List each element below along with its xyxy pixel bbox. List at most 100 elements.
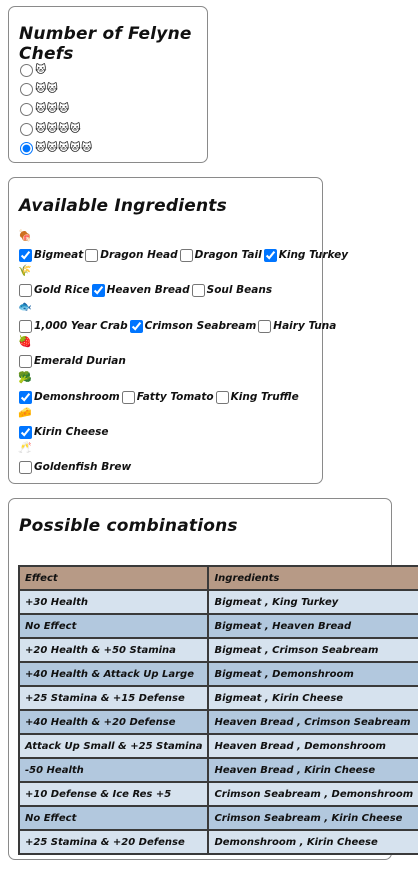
grain-icon: 🌾: [18, 264, 32, 277]
table-row: +40 Health & +20 Defense Heaven Bread , C…: [17, 709, 418, 735]
ingredient-checkbox[interactable]: [85, 248, 99, 262]
ingredient-checkbox[interactable]: [19, 319, 32, 333]
combinations-panel: Possible combinations Effect Ingredients…: [8, 498, 418, 860]
ingredient-label: Fatty Tomato: [136, 391, 214, 403]
ingredient-checkbox[interactable]: [191, 283, 205, 297]
ingredient-option[interactable]: Goldenfish Brew: [19, 460, 132, 474]
effect-cell: No Effect: [17, 805, 210, 831]
chef-count-radio[interactable]: [20, 63, 33, 77]
ingredient-label: Kirin Cheese: [34, 426, 109, 438]
ingredient-checkbox[interactable]: [19, 248, 32, 262]
ingredient-label: Hairy Tuna: [273, 320, 337, 332]
chef-count-radio[interactable]: [20, 82, 33, 96]
ingredient-checkbox[interactable]: [91, 283, 105, 297]
ingredient-label: King Turkey: [278, 249, 349, 261]
ingredients-cell: Bigmeat , King Turkey: [207, 589, 418, 615]
ingredients-cell: Bigmeat , Heaven Bread: [207, 613, 418, 639]
ingredient-option[interactable]: Gold Rice: [19, 283, 90, 297]
table-row: +10 Defense & Ice Res +5 Crimson Seabream…: [17, 781, 418, 807]
ingredients-cell: Bigmeat , Demonshroom: [207, 661, 418, 687]
ingredients-cell: Crimson Seabream , Demonshroom: [207, 781, 418, 807]
ingredient-label: 1,000 Year Crab: [34, 320, 128, 332]
chef-count-option[interactable]: 🐱🐱🐱🐱: [20, 121, 81, 137]
ingredient-label: Dragon Head: [100, 249, 178, 261]
ingredient-checkbox[interactable]: [179, 248, 193, 262]
ingredient-option[interactable]: Bigmeat: [19, 248, 84, 262]
ingredient-label: Soul Beans: [206, 284, 273, 296]
chef-count-radio[interactable]: [20, 102, 33, 116]
ingredient-option[interactable]: Demonshroom: [19, 390, 120, 404]
ingredient-checkbox[interactable]: [19, 425, 32, 439]
ingredient-checkbox[interactable]: [215, 390, 229, 404]
combinations-table: Effect Ingredients +30 Health Bigmeat , K…: [17, 565, 418, 855]
ingredient-label: Goldenfish Brew: [34, 461, 132, 473]
ingredient-row: Goldenfish Brew: [19, 459, 133, 475]
ingredient-checkbox[interactable]: [19, 354, 32, 368]
ingredients-column-header: Ingredients: [207, 565, 418, 591]
table-row: +40 Health & Attack Up Large Bigmeat , De…: [17, 661, 418, 687]
ingredient-checkbox[interactable]: [19, 283, 32, 297]
effect-cell: -50 Health: [17, 757, 210, 783]
ingredients-cell: Bigmeat , Crimson Seabream: [207, 637, 418, 663]
ingredient-row: Kirin Cheese: [19, 424, 110, 440]
felyne-icons: 🐱🐱: [35, 82, 58, 95]
ingredients-cell: Heaven Bread , Kirin Cheese: [207, 757, 418, 783]
table-header-row: Effect Ingredients: [17, 565, 418, 591]
ingredient-option[interactable]: Fatty Tomato: [121, 390, 214, 404]
table-row: No Effect Crimson Seabream , Kirin Cheese: [17, 805, 418, 831]
ingredient-option[interactable]: Hairy Tuna: [258, 319, 337, 333]
fruit-icon: 🍓: [18, 335, 32, 348]
ingredient-label: King Truffle: [230, 391, 299, 403]
ingredient-option[interactable]: Crimson Seabream: [129, 319, 257, 333]
ingredient-label: Bigmeat: [34, 249, 84, 261]
drink-icon: 🥂: [18, 441, 32, 454]
effect-column-header: Effect: [17, 565, 210, 591]
ingredient-checkbox[interactable]: [263, 248, 277, 262]
ingredient-label: Demonshroom: [34, 391, 120, 403]
ingredient-option[interactable]: Heaven Bread: [91, 283, 190, 297]
ingredients-cell: Heaven Bread , Demonshroom: [207, 733, 418, 759]
ingredient-checkbox[interactable]: [121, 390, 135, 404]
ingredient-checkbox[interactable]: [19, 460, 32, 474]
ingredients-cell: Bigmeat , Kirin Cheese: [207, 685, 418, 711]
ingredient-option[interactable]: 1,000 Year Crab: [19, 319, 128, 333]
ingredient-row: Gold Rice Heaven Bread Soul Beans: [19, 282, 274, 298]
ingredients-panel: Available Ingredients 🍖 Bigmeat Dragon Hea…: [8, 177, 348, 484]
ingredient-option[interactable]: Dragon Head: [85, 248, 178, 262]
table-row: +30 Health Bigmeat , King Turkey: [17, 589, 418, 615]
ingredient-option[interactable]: Dragon Tail: [179, 248, 262, 262]
ingredient-label: Heaven Bread: [106, 284, 190, 296]
chef-count-radio[interactable]: [20, 141, 33, 155]
ingredient-option[interactable]: Soul Beans: [191, 283, 273, 297]
ingredient-checkbox[interactable]: [129, 319, 143, 333]
ingredient-label: Gold Rice: [34, 284, 90, 296]
ingredient-option[interactable]: King Truffle: [215, 390, 299, 404]
effect-cell: No Effect: [17, 613, 210, 639]
table-row: +25 Stamina & +20 Defense Demonshroom , K…: [17, 829, 418, 855]
ingredient-option[interactable]: King Turkey: [263, 248, 349, 262]
ingredient-option[interactable]: Emerald Durian: [19, 354, 126, 368]
effect-cell: +20 Health & +50 Stamina: [17, 637, 210, 663]
ingredient-checkbox[interactable]: [258, 319, 272, 333]
ingredient-row: 1,000 Year Crab Crimson Seabream Hairy Tun…: [19, 318, 338, 334]
felyne-chefs-panel: Number of Felyne Chefs 🐱 🐱🐱 🐱🐱🐱 🐱🐱🐱🐱 🐱🐱🐱🐱🐱: [8, 6, 208, 163]
ingredient-row: Demonshroom Fatty Tomato King Truffle: [19, 389, 301, 405]
chef-count-option[interactable]: 🐱🐱: [20, 81, 58, 97]
combinations-title: Possible combinations: [19, 516, 238, 536]
effect-cell: +40 Health & Attack Up Large: [17, 661, 210, 687]
effect-cell: +10 Defense & Ice Res +5: [17, 781, 210, 807]
felyne-icons: 🐱🐱🐱🐱🐱: [35, 141, 93, 154]
chef-count-radio[interactable]: [20, 122, 33, 136]
felyne-icons: 🐱🐱🐱🐱: [35, 122, 81, 135]
chef-count-option[interactable]: 🐱: [20, 62, 46, 78]
effect-cell: +40 Health & +20 Defense: [17, 709, 210, 735]
chef-count-option[interactable]: 🐱🐱🐱🐱🐱: [20, 140, 92, 156]
ingredient-option[interactable]: Kirin Cheese: [19, 425, 109, 439]
ingredient-label: Crimson Seabream: [144, 320, 257, 332]
table-row: No Effect Bigmeat , Heaven Bread: [17, 613, 418, 639]
table-row: Attack Up Small & +25 Stamina Heaven Brea…: [17, 733, 418, 759]
cheese-icon: 🧀: [18, 406, 32, 419]
fish-icon: 🐟: [18, 300, 32, 313]
ingredient-checkbox[interactable]: [19, 390, 32, 404]
chef-count-option[interactable]: 🐱🐱🐱: [20, 101, 69, 117]
